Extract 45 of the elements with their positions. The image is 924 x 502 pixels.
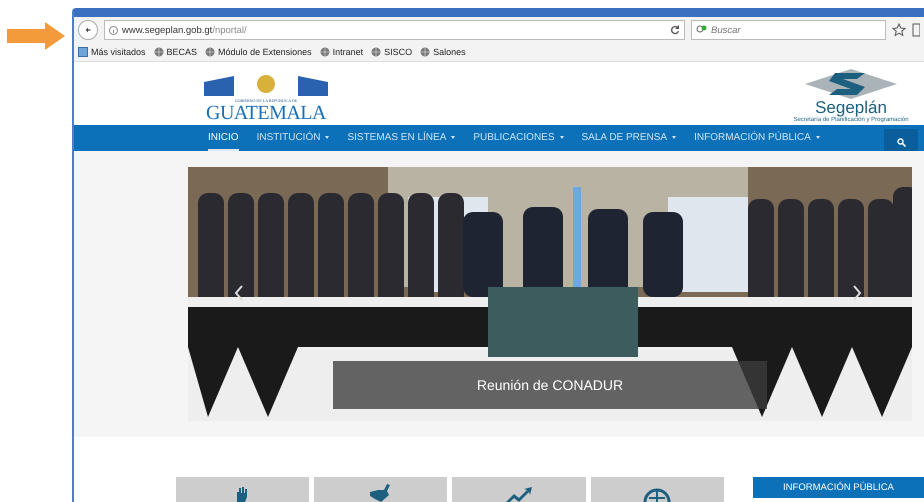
bookmark-item[interactable]: Más visitados	[78, 47, 146, 57]
bookmark-folder-icon	[78, 47, 88, 57]
caret-icon	[451, 136, 456, 138]
nav-tab[interactable]: SISTEMAS EN LÍNEA	[347, 125, 456, 151]
hand-icon	[237, 487, 248, 502]
nav-tab[interactable]: INSTITUCIÓN	[256, 125, 330, 151]
search-icon	[896, 138, 906, 147]
globe-icon	[320, 47, 330, 57]
caret-icon	[672, 136, 676, 138]
globe-icon	[371, 47, 382, 57]
next-icon[interactable]	[852, 285, 862, 301]
bookmark-item[interactable]: SISCO	[371, 47, 412, 57]
search-icon	[696, 25, 708, 35]
category-tile[interactable]	[590, 477, 724, 502]
reload-icon[interactable]	[670, 25, 680, 35]
previous-icon[interactable]	[234, 285, 244, 301]
search-field[interactable]: Buscar	[711, 24, 861, 36]
search-box[interactable]: Buscar	[691, 20, 886, 40]
address-bar[interactable]: www.segeplan.gob.gt/nportal/	[104, 20, 685, 40]
search-button[interactable]	[884, 129, 918, 151]
bookmark-item[interactable]: Salones	[420, 47, 466, 57]
arrow-icon	[7, 22, 65, 50]
public-info-button[interactable]: INFORMACIÓN PÚBLICA	[752, 477, 924, 498]
category-tile[interactable]	[314, 477, 448, 502]
bookmark-item[interactable]: Intranet	[320, 47, 364, 57]
chart-arrow-icon	[504, 486, 534, 502]
nav-tab[interactable]: SALA DE PRENSA	[582, 125, 676, 151]
clipboard-icon[interactable]	[912, 23, 920, 37]
globe-icon	[641, 486, 674, 502]
caret-icon	[560, 136, 564, 138]
star-icon[interactable]	[892, 23, 906, 37]
bookmark-item[interactable]: Módulo de Extensiones	[205, 47, 312, 57]
caret-icon	[816, 136, 820, 138]
category-tile[interactable]	[452, 477, 586, 502]
caret-icon	[325, 136, 330, 138]
category-tile[interactable]	[176, 477, 310, 502]
globe-icon	[420, 47, 430, 57]
globe-icon	[154, 47, 164, 57]
info-icon	[109, 26, 118, 34]
nav-tab[interactable]: INFORMACIÓN PÚBLICA	[694, 125, 820, 151]
bookmark-item[interactable]: BECAS	[154, 47, 198, 57]
nav-tab[interactable]: PUBLICACIONES	[473, 125, 564, 151]
slide-caption: Reunión de CONADUR	[333, 361, 767, 409]
back-arrow-icon	[85, 25, 91, 35]
globe-icon	[205, 47, 216, 57]
